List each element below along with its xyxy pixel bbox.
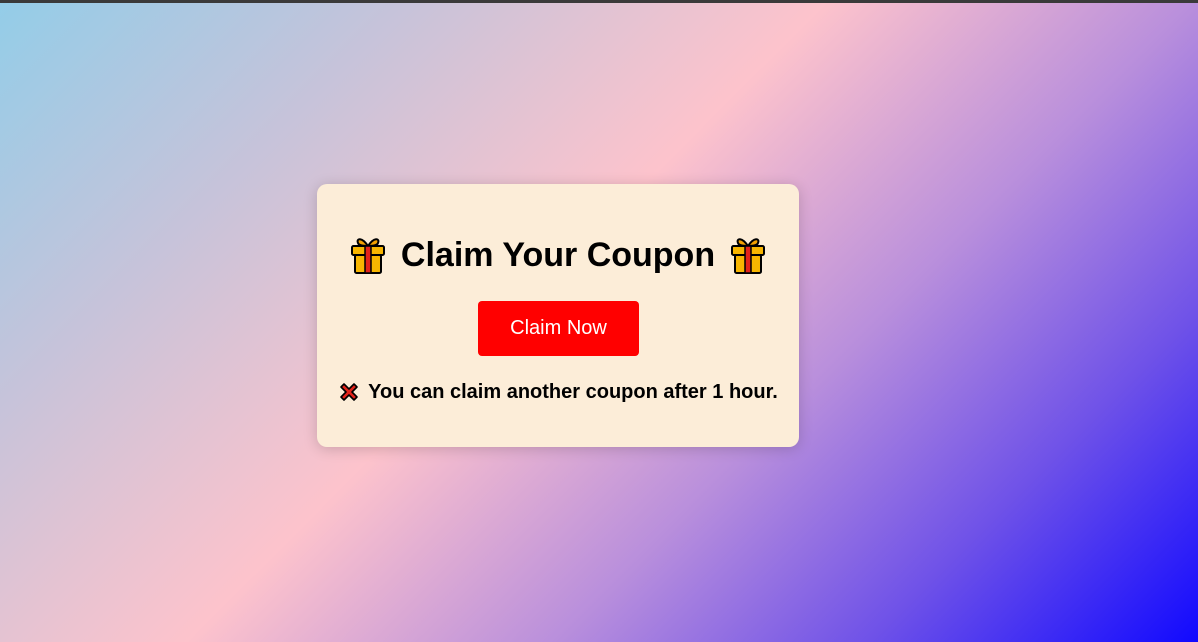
- cross-mark-icon: [340, 383, 358, 401]
- window-top-border: [0, 0, 1198, 3]
- status-message: You can claim another coupon after 1 hou…: [317, 380, 799, 404]
- coupon-card: Claim Your Coupon Claim Now You can clai…: [317, 184, 799, 447]
- claim-now-button[interactable]: Claim Now: [478, 301, 639, 356]
- page-title: Claim Your Coupon: [317, 234, 799, 276]
- title-text: Claim Your Coupon: [400, 236, 716, 274]
- gift-icon: [350, 238, 385, 274]
- status-message-text: You can claim another coupon after 1 hou…: [368, 381, 778, 403]
- gift-icon: [731, 238, 766, 274]
